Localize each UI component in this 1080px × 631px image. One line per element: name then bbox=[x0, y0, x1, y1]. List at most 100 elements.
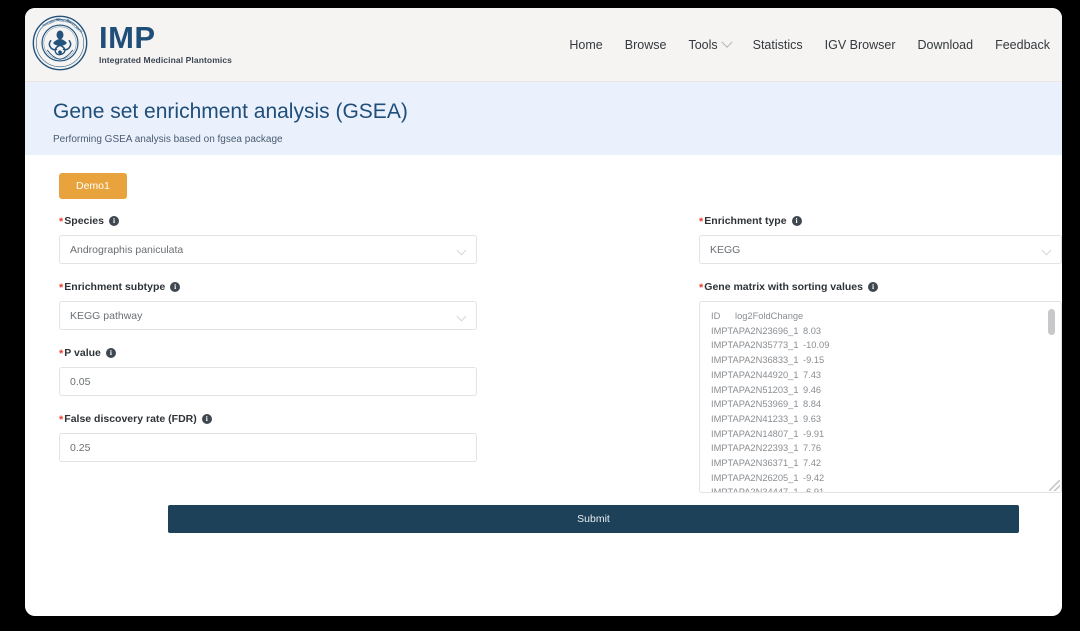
label-enrichment-type: * Enrichment type i bbox=[699, 215, 1062, 227]
gene-matrix-row-id: IMPTAPA2N36833_1 bbox=[711, 355, 799, 366]
textarea-resize-handle[interactable] bbox=[1049, 480, 1060, 491]
enrichment-type-select[interactable]: KEGG bbox=[699, 235, 1062, 264]
gene-matrix-row-value: 8.03 bbox=[803, 325, 822, 336]
required-asterisk-icon: * bbox=[59, 347, 64, 360]
label-enrichment-type-text: Enrichment type bbox=[704, 215, 787, 227]
nav-item-tools[interactable]: Tools bbox=[688, 36, 733, 52]
nav-label-download: Download bbox=[917, 38, 974, 52]
gene-matrix-row: IMPTAPA2N14807_1 -9.91 bbox=[711, 427, 1061, 442]
nav-label-tools: Tools bbox=[688, 38, 718, 52]
gene-matrix-row: IMPTAPA2N53969_1 8.84 bbox=[711, 397, 1061, 412]
enrichment-type-select-value: KEGG bbox=[710, 243, 741, 256]
gene-matrix-row-id: IMPTAPA2N26205_1 bbox=[711, 472, 799, 483]
nav-item-igv-browser[interactable]: IGV Browser bbox=[825, 38, 896, 52]
application-window: INTEGRATED MEDICINAL PLANTOMICS IMP Inte… bbox=[25, 8, 1062, 616]
label-species-text: Species bbox=[64, 215, 104, 227]
gene-matrix-row-value: -6.91 bbox=[803, 487, 824, 492]
chevron-down-icon bbox=[456, 245, 467, 256]
form-column-right: * Enrichment type i KEGG * Gene matrix w… bbox=[699, 215, 1062, 510]
nav-label-feedback: Feedback bbox=[995, 38, 1050, 52]
main-navigation: Home Browse Tools Statistics IGV Browser… bbox=[569, 8, 1050, 82]
info-icon[interactable]: i bbox=[791, 216, 802, 226]
gene-matrix-row-value: -9.91 bbox=[803, 428, 825, 439]
brand-text: IMP Integrated Medicinal Plantomics bbox=[99, 22, 232, 65]
nav-label-browse: Browse bbox=[624, 38, 667, 52]
gene-matrix-row: IMPTAPA2N26205_1 -9.42 bbox=[711, 471, 1061, 486]
gene-matrix-row-value: -9.15 bbox=[803, 355, 825, 366]
gene-matrix-textarea[interactable]: ID log2FoldChange IMPTAPA2N23696_1 8.03 IMPT… bbox=[699, 301, 1062, 493]
species-select[interactable]: Andrographis paniculata bbox=[59, 235, 477, 264]
gene-matrix-row-value: 7.43 bbox=[803, 369, 822, 380]
label-enrichment-subtype: * Enrichment subtype i bbox=[59, 281, 477, 293]
gene-matrix-row: IMPTAPA2N36371_1 7.42 bbox=[711, 456, 1061, 471]
info-icon[interactable]: i bbox=[108, 216, 119, 226]
field-fdr: * False discovery rate (FDR) i 0.25 bbox=[59, 413, 477, 462]
gene-matrix-row-value: -9.42 bbox=[803, 472, 825, 483]
nav-item-statistics[interactable]: Statistics bbox=[753, 38, 803, 52]
gene-matrix-content: ID log2FoldChange IMPTAPA2N23696_1 8.03 IMPT… bbox=[700, 302, 1061, 492]
field-species: * Species i Andrographis paniculata bbox=[59, 215, 477, 264]
gene-matrix-row-id: IMPTAPA2N23696_1 bbox=[711, 325, 799, 336]
submit-row: Submit bbox=[25, 505, 1062, 555]
field-enrichment-type: * Enrichment type i KEGG bbox=[699, 215, 1062, 264]
gene-matrix-header-row: ID log2FoldChange bbox=[711, 309, 1061, 324]
gene-matrix-col-id: ID bbox=[711, 311, 721, 321]
label-fdr: * False discovery rate (FDR) i bbox=[59, 413, 477, 425]
gene-matrix-row-id: IMPTAPA2N35773_1 bbox=[711, 340, 799, 351]
demo1-button[interactable]: Demo1 bbox=[59, 173, 127, 199]
fdr-input[interactable]: 0.25 bbox=[59, 433, 477, 462]
gene-matrix-row: IMPTAPA2N44920_1 7.43 bbox=[711, 368, 1061, 383]
gene-matrix-row-id: IMPTAPA2N22393_1 bbox=[711, 443, 799, 454]
required-asterisk-icon: * bbox=[59, 281, 64, 294]
nav-item-browse[interactable]: Browse bbox=[625, 38, 667, 52]
gene-matrix-row-id: IMPTAPA2N41233_1 bbox=[711, 413, 799, 424]
gene-matrix-row: IMPTAPA2N51203_1 9.46 bbox=[711, 383, 1061, 398]
label-gene-matrix: * Gene matrix with sorting values i bbox=[699, 281, 1062, 293]
gene-matrix-row-value: 7.76 bbox=[803, 443, 822, 454]
gene-matrix-row-id: IMPTAPA2N14807_1 bbox=[711, 428, 799, 439]
gene-matrix-row-id: IMPTAPA2N36371_1 bbox=[711, 458, 799, 469]
brand-title: IMP bbox=[99, 19, 156, 55]
brand-logo-block[interactable]: INTEGRATED MEDICINAL PLANTOMICS IMP Inte… bbox=[31, 14, 232, 72]
info-icon[interactable]: i bbox=[201, 414, 212, 424]
submit-button[interactable]: Submit bbox=[168, 505, 1019, 533]
p-value-input-value: 0.05 bbox=[70, 375, 91, 388]
enrichment-subtype-select-value: KEGG pathway bbox=[70, 309, 143, 322]
species-select-value: Andrographis paniculata bbox=[70, 243, 184, 256]
required-asterisk-icon: * bbox=[699, 215, 704, 228]
nav-item-download[interactable]: Download bbox=[918, 38, 974, 52]
gene-matrix-row-value: 8.84 bbox=[803, 399, 822, 410]
info-icon[interactable]: i bbox=[105, 348, 116, 358]
gene-matrix-row-value: -10.09 bbox=[803, 340, 830, 351]
field-gene-matrix: * Gene matrix with sorting values i ID lo… bbox=[699, 281, 1062, 493]
info-icon[interactable]: i bbox=[868, 282, 878, 292]
chevron-down-icon bbox=[720, 36, 733, 48]
chevron-down-icon bbox=[1041, 245, 1052, 256]
gene-matrix-row: IMPTAPA2N23696_1 8.03 bbox=[711, 324, 1061, 339]
label-fdr-text: False discovery rate (FDR) bbox=[64, 413, 197, 425]
info-icon[interactable]: i bbox=[170, 282, 181, 292]
nav-item-feedback[interactable]: Feedback bbox=[995, 38, 1050, 52]
page-title-band: Gene set enrichment analysis (GSEA) Perf… bbox=[25, 82, 1062, 155]
gene-matrix-scrollbar-thumb[interactable] bbox=[1048, 309, 1055, 335]
gene-matrix-row-value: 9.63 bbox=[803, 413, 822, 424]
gene-matrix-row-id: IMPTAPA2N44920_1 bbox=[711, 369, 799, 380]
label-gene-matrix-text: Gene matrix with sorting values bbox=[704, 281, 863, 293]
field-enrichment-subtype: * Enrichment subtype i KEGG pathway bbox=[59, 281, 477, 330]
gene-matrix-row: IMPTAPA2N22393_1 7.76 bbox=[711, 441, 1061, 456]
fdr-input-value: 0.25 bbox=[70, 441, 91, 454]
label-p-value: * P value i bbox=[59, 347, 477, 359]
gene-matrix-col-value: log2FoldChange bbox=[735, 311, 804, 321]
gene-matrix-row: IMPTAPA2N36833_1 -9.15 bbox=[711, 353, 1061, 368]
gene-matrix-row-id: IMPTAPA2N51203_1 bbox=[711, 384, 799, 395]
imp-circular-seal-logo: INTEGRATED MEDICINAL PLANTOMICS bbox=[32, 15, 88, 71]
p-value-input[interactable]: 0.05 bbox=[59, 367, 477, 396]
gene-matrix-scrollbar-track[interactable] bbox=[1048, 305, 1058, 491]
enrichment-subtype-select[interactable]: KEGG pathway bbox=[59, 301, 477, 330]
gsea-form: Demo1 * Species i Andrographis paniculat… bbox=[25, 155, 1062, 555]
chevron-down-icon bbox=[456, 311, 467, 322]
nav-label-home: Home bbox=[569, 38, 603, 52]
gene-matrix-row-id: IMPTAPA2N34447_1 bbox=[711, 485, 803, 492]
page-title: Gene set enrichment analysis (GSEA) bbox=[53, 100, 408, 123]
nav-item-home[interactable]: Home bbox=[569, 38, 602, 52]
